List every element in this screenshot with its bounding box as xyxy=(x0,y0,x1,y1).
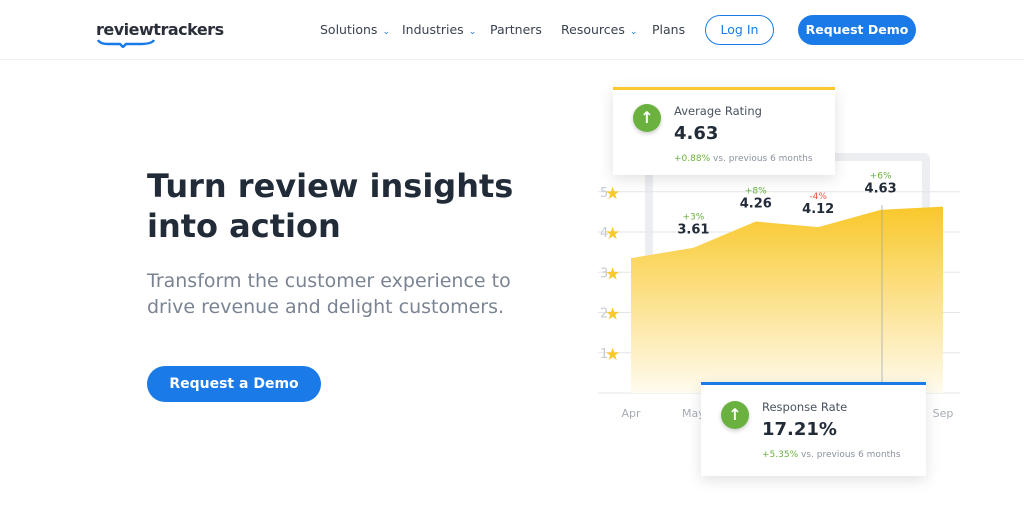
card-change: +0.88% vs. previous 6 months xyxy=(674,154,813,164)
card-title: Response Rate xyxy=(762,400,848,414)
value-label: 4.12 xyxy=(802,202,834,217)
change-label: +3% xyxy=(682,213,704,223)
star-icon: ★ xyxy=(605,305,620,325)
card-title: Average Rating xyxy=(674,104,762,118)
value-label: 4.26 xyxy=(740,197,772,212)
change-label: -4% xyxy=(809,192,827,202)
value-label: 4.63 xyxy=(865,182,897,197)
star-icon: ★ xyxy=(605,345,620,365)
star-icon: ★ xyxy=(605,184,620,204)
arrow-up-icon: ↑ xyxy=(633,104,661,132)
star-icon: ★ xyxy=(605,224,620,244)
x-tick-label: Apr xyxy=(621,407,641,420)
card-change: +5.35% vs. previous 6 months xyxy=(762,450,901,460)
x-tick-label: Sep xyxy=(933,407,954,420)
value-label: 3.61 xyxy=(677,223,709,238)
change-label: +8% xyxy=(745,187,767,197)
card-value: 17.21% xyxy=(762,419,837,440)
average-rating-card: ↑ Average Rating 4.63 +0.88% vs. previou… xyxy=(613,87,835,175)
card-value: 4.63 xyxy=(674,123,719,144)
arrow-up-icon: ↑ xyxy=(721,401,749,429)
response-rate-card: ↑ Response Rate 17.21% +5.35% vs. previo… xyxy=(701,382,926,476)
change-label: +6% xyxy=(870,172,892,182)
star-icon: ★ xyxy=(605,264,620,284)
